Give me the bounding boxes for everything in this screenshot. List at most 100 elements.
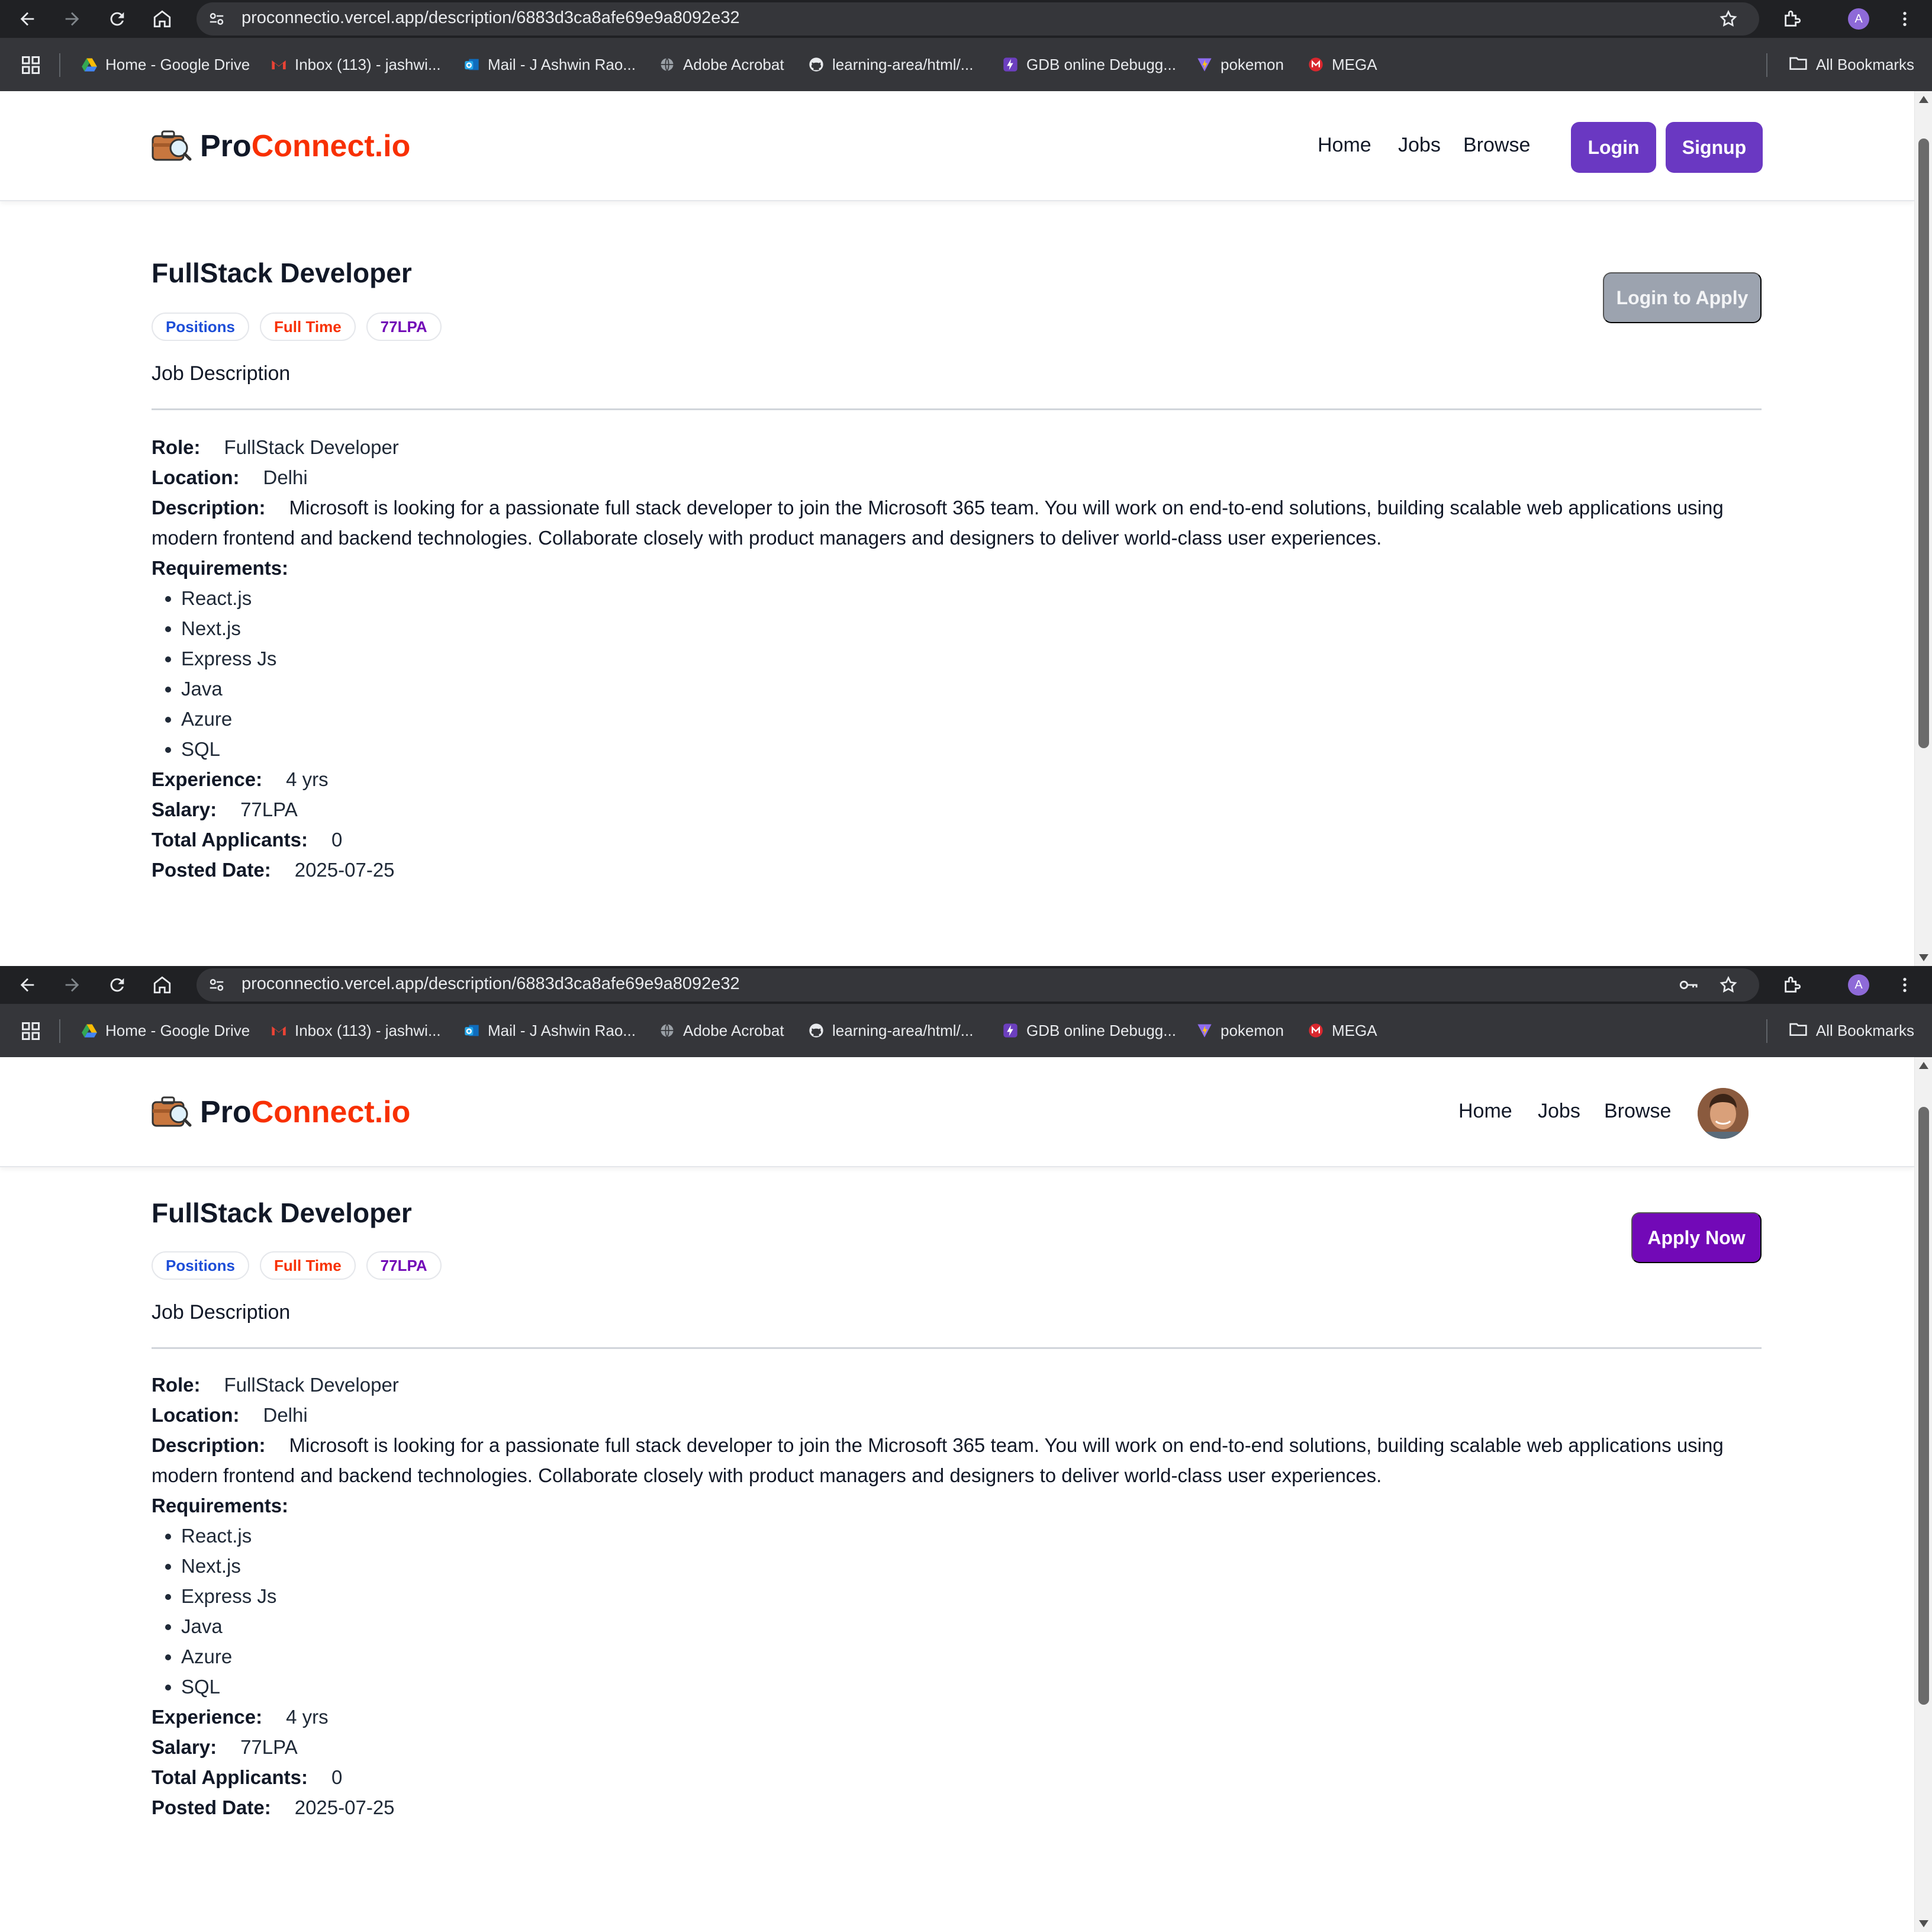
bookmark-google-drive[interactable]: Home - Google Drive bbox=[80, 51, 250, 78]
address-bar[interactable]: proconnectio.vercel.app/description/6883… bbox=[197, 968, 1759, 1002]
forward-button[interactable] bbox=[59, 972, 85, 998]
salary-value: 77LPA bbox=[240, 1736, 298, 1758]
bookmark-mega[interactable]: MEGA bbox=[1307, 1017, 1377, 1044]
reload-icon bbox=[110, 978, 124, 992]
address-bar[interactable]: proconnectio.vercel.app/description/6883… bbox=[197, 2, 1759, 36]
site-logo[interactable]: ProConnect.io bbox=[150, 127, 410, 166]
home-button[interactable] bbox=[149, 972, 175, 998]
folder-icon bbox=[1789, 53, 1808, 76]
bookmark-outlook[interactable]: Mail - J Ashwin Rao... bbox=[463, 1017, 636, 1044]
home-icon bbox=[153, 976, 171, 994]
scroll-down-arrow-icon[interactable] bbox=[1919, 954, 1928, 961]
all-bookmarks-button[interactable]: All Bookmarks bbox=[1789, 51, 1914, 78]
arrow-left-icon bbox=[20, 978, 34, 992]
extensions-icon[interactable] bbox=[1779, 6, 1805, 32]
description-value: Microsoft is looking for a passionate fu… bbox=[152, 497, 1724, 549]
salary-badge: 77LPA bbox=[366, 313, 442, 341]
nav-jobs-link[interactable]: Jobs bbox=[1398, 134, 1441, 157]
description-row: Description: Microsoft is looking for a p… bbox=[152, 1434, 1724, 1486]
bookmark-star-icon[interactable] bbox=[1717, 7, 1740, 31]
back-button[interactable] bbox=[14, 972, 40, 998]
scroll-thumb[interactable] bbox=[1918, 139, 1929, 748]
reload-button[interactable] bbox=[104, 972, 130, 998]
salary-value: 77LPA bbox=[240, 798, 298, 820]
all-bookmarks-button[interactable]: All Bookmarks bbox=[1789, 1017, 1914, 1044]
bookmark-github[interactable]: learning-area/html/... bbox=[807, 51, 973, 78]
bookmark-outlook[interactable]: Mail - J Ashwin Rao... bbox=[463, 51, 636, 78]
bookmark-gmail[interactable]: Inbox (113) - jashwi... bbox=[270, 51, 441, 78]
outlook-icon bbox=[463, 1022, 481, 1039]
requirement-item: Next.js bbox=[181, 613, 1762, 643]
page-scrollbar[interactable] bbox=[1914, 91, 1932, 966]
extensions-icon[interactable] bbox=[1779, 972, 1805, 998]
requirement-item: SQL bbox=[181, 734, 1762, 764]
bookmark-adobe-acrobat[interactable]: Adobe Acrobat bbox=[658, 51, 784, 78]
bookmark-adobe-acrobat[interactable]: Adobe Acrobat bbox=[658, 1017, 784, 1044]
requirements-list: React.js Next.js Express Js Java Azure S… bbox=[152, 1521, 1762, 1702]
bookmark-pokemon[interactable]: pokemon bbox=[1196, 51, 1284, 78]
profile-avatar-icon[interactable]: A bbox=[1846, 972, 1872, 998]
apps-grid-icon[interactable] bbox=[20, 1020, 41, 1042]
password-key-icon[interactable] bbox=[1676, 973, 1700, 997]
scroll-thumb[interactable] bbox=[1918, 1107, 1929, 1705]
scroll-up-arrow-icon[interactable] bbox=[1919, 1062, 1928, 1069]
signup-button[interactable]: Signup bbox=[1666, 122, 1763, 173]
bookmarks-divider bbox=[1766, 1019, 1767, 1043]
login-to-apply-button[interactable]: Login to Apply bbox=[1603, 272, 1762, 323]
bookmark-mega[interactable]: MEGA bbox=[1307, 51, 1377, 78]
apply-now-button[interactable]: Apply Now bbox=[1631, 1212, 1762, 1263]
scroll-down-arrow-icon[interactable] bbox=[1919, 1920, 1928, 1927]
mega-icon bbox=[1307, 1022, 1325, 1039]
bookmarks-divider bbox=[1766, 53, 1767, 77]
site-info-icon[interactable] bbox=[205, 973, 228, 997]
requirement-item: React.js bbox=[181, 1521, 1762, 1551]
bookmark-gmail[interactable]: Inbox (113) - jashwi... bbox=[270, 1017, 441, 1044]
requirement-item: Java bbox=[181, 1611, 1762, 1641]
job-title: FullStack Developer bbox=[152, 257, 412, 288]
role-value: FullStack Developer bbox=[224, 436, 399, 458]
nav-jobs-link[interactable]: Jobs bbox=[1538, 1100, 1580, 1123]
bookmark-github[interactable]: learning-area/html/... bbox=[807, 1017, 973, 1044]
reload-button[interactable] bbox=[104, 6, 130, 32]
bookmark-pokemon[interactable]: pokemon bbox=[1196, 1017, 1284, 1044]
back-button[interactable] bbox=[14, 6, 40, 32]
posted-date-value: 2025-07-25 bbox=[294, 859, 395, 881]
bolt-icon bbox=[1002, 1022, 1019, 1039]
bookmark-gdb-online[interactable]: GDB online Debugg... bbox=[1002, 51, 1176, 78]
bookmark-star-icon[interactable] bbox=[1717, 973, 1740, 997]
apps-grid-icon[interactable] bbox=[20, 54, 41, 76]
experience-row: Experience: 4 yrs bbox=[152, 768, 329, 790]
globe-icon bbox=[658, 1022, 676, 1039]
nav-browse-link[interactable]: Browse bbox=[1604, 1100, 1671, 1123]
applicants-row: Total Applicants: 0 bbox=[152, 1766, 343, 1788]
bookmark-google-drive[interactable]: Home - Google Drive bbox=[80, 1017, 250, 1044]
site-info-icon[interactable] bbox=[205, 7, 228, 31]
description-value: Microsoft is looking for a passionate fu… bbox=[152, 1434, 1724, 1486]
location-row: Location: Delhi bbox=[152, 466, 308, 488]
url-text: proconnectio.vercel.app/description/6883… bbox=[242, 8, 740, 27]
page-scrollbar[interactable] bbox=[1914, 1057, 1932, 1932]
url-text: proconnectio.vercel.app/description/6883… bbox=[242, 974, 740, 993]
posted-date-row: Posted Date: 2025-07-25 bbox=[152, 1796, 395, 1818]
site-logo[interactable]: ProConnect.io bbox=[150, 1093, 410, 1132]
menu-dots-icon[interactable] bbox=[1892, 972, 1918, 998]
briefcase-search-icon bbox=[152, 1096, 192, 1127]
user-avatar[interactable] bbox=[1698, 1088, 1749, 1139]
job-details: Role: FullStack Developer Location: Delhi … bbox=[152, 1370, 1762, 1822]
scroll-up-arrow-icon[interactable] bbox=[1919, 96, 1928, 103]
job-description-heading: Job Description bbox=[152, 362, 291, 385]
nav-browse-link[interactable]: Browse bbox=[1463, 134, 1530, 157]
site-header: ProConnect.io Home Jobs Browse Login Sig… bbox=[0, 91, 1914, 201]
home-button[interactable] bbox=[149, 6, 175, 32]
nav-home-link[interactable]: Home bbox=[1458, 1100, 1512, 1123]
nav-home-link[interactable]: Home bbox=[1318, 134, 1371, 157]
briefcase-search-icon bbox=[152, 130, 192, 161]
requirements-row: Requirements: bbox=[152, 1495, 289, 1516]
bookmark-gdb-online[interactable]: GDB online Debugg... bbox=[1002, 1017, 1176, 1044]
bookmarks-bar: Home - Google Drive Inbox (113) - jashwi… bbox=[0, 38, 1932, 91]
login-button[interactable]: Login bbox=[1571, 122, 1656, 173]
menu-dots-icon[interactable] bbox=[1892, 6, 1918, 32]
applicants-value: 0 bbox=[331, 1766, 343, 1788]
profile-avatar-icon[interactable]: A bbox=[1846, 6, 1872, 32]
forward-button[interactable] bbox=[59, 6, 85, 32]
